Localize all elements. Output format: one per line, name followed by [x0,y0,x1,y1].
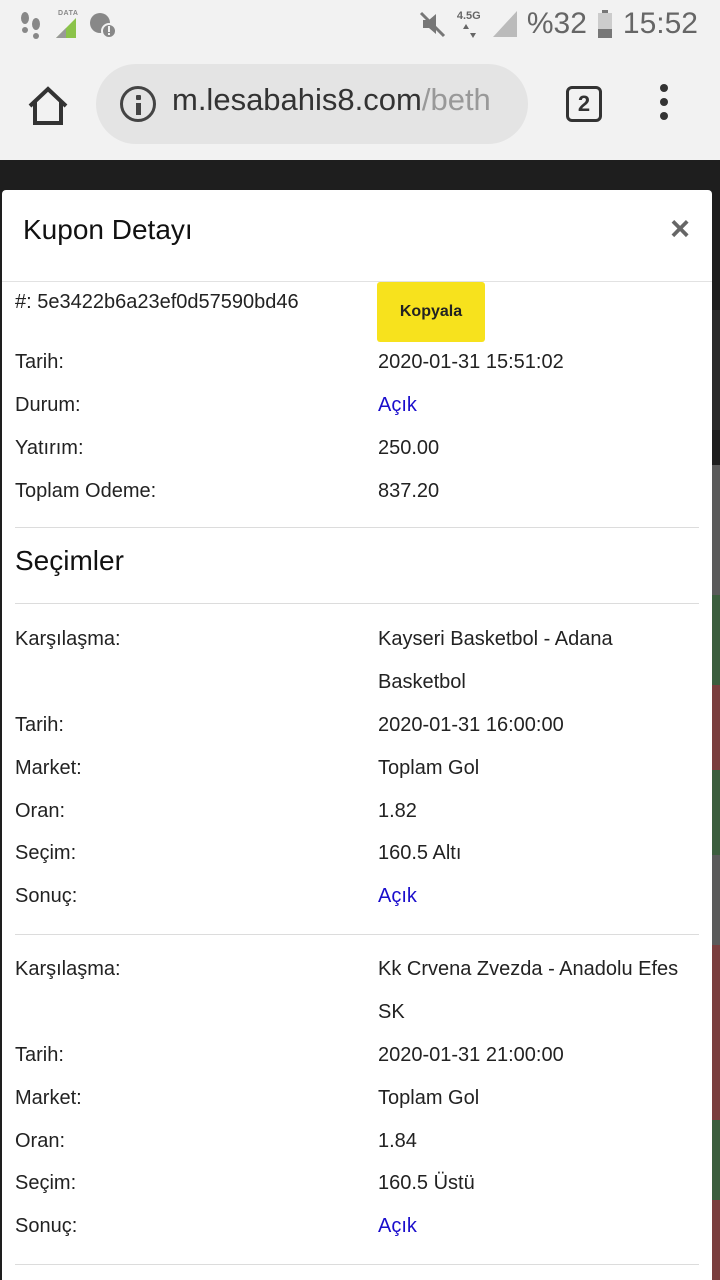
market-label: Market: [15,1087,82,1109]
selections-title: Seçimler [15,545,124,576]
close-button[interactable]: × [670,212,690,246]
odds-label: Oran: [15,1130,66,1152]
tab-switcher-button[interactable]: 2 [566,86,602,122]
market-value: Toplam Gol [378,757,480,779]
match-label: Karşılaşma: [15,628,121,650]
clock: 15:52 [622,7,698,40]
match-value: Kayseri Basketbol - Adana Basketbol [378,628,613,693]
pick-label: Seçim: [15,1172,77,1194]
divider [15,934,699,935]
data-label: DATA [58,10,79,17]
status-right-icons: 4.5G %32 15:52 [419,6,698,42]
mute-icon [419,11,445,38]
date-value: 2020-01-31 15:51:02 [378,351,564,373]
battery-icon [597,10,612,38]
status-value: Açık [378,394,417,416]
copy-button[interactable]: Kopyala [377,282,485,342]
odds-value: 1.84 [378,1130,417,1152]
footsteps-icon [21,12,40,39]
divider [15,1264,699,1265]
result-value: Açık [378,1215,417,1237]
sync-error-icon [90,13,117,39]
divider [15,527,699,528]
status-label: Durum: [15,394,81,416]
pick-value: 160.5 Üstü [378,1172,475,1194]
signal-icon [492,11,517,37]
result-label: Sonuç: [15,1215,78,1237]
market-value: Toplam Gol [378,1087,480,1109]
url-text[interactable]: m.lesabahis8.com/beth [172,82,491,118]
date-value: 2020-01-31 16:00:00 [378,714,564,736]
modal-title: Kupon Detayı [23,214,193,245]
market-label: Market: [15,757,82,779]
stake-label: Yatırım: [15,437,84,459]
payout-label: Toplam Odeme: [15,480,157,502]
info-icon[interactable] [120,86,156,122]
battery-percent: %32 [526,7,587,40]
match-label: Karşılaşma: [15,958,121,980]
odds-value: 1.82 [378,800,417,822]
pick-label: Seçim: [15,842,77,864]
browser-toolbar: m.lesabahis8.com/beth 2 [0,50,720,160]
modal-header: Kupon Detayı × [2,190,712,282]
date-label: Tarih: [15,351,64,373]
result-value: Açık [378,885,417,907]
date-label: Tarih: [15,1044,64,1066]
pick-value: 160.5 Altı [378,842,462,864]
payout-value: 837.20 [378,480,440,502]
network-type: 4.5G [457,8,483,40]
divider [15,603,699,604]
stake-value: 250.00 [378,437,440,459]
coupon-detail-modal: Kupon Detayı × #: 5e3422b6a23ef0d57590bd… [2,190,712,1280]
more-menu-icon[interactable] [656,84,672,124]
match-value: Kk Crvena Zvezda - Anadolu Efes SK [378,958,679,1023]
status-bar: DATA 4.5G %32 15:52 [0,0,720,50]
coupon-id: #: 5e3422b6a23ef0d57590bd46 [15,291,299,313]
odds-label: Oran: [15,800,66,822]
date-label: Tarih: [15,714,64,736]
result-label: Sonuç: [15,885,78,907]
home-icon[interactable] [24,82,72,130]
address-bar[interactable]: m.lesabahis8.com/beth [96,64,528,144]
date-value: 2020-01-31 21:00:00 [378,1044,564,1066]
